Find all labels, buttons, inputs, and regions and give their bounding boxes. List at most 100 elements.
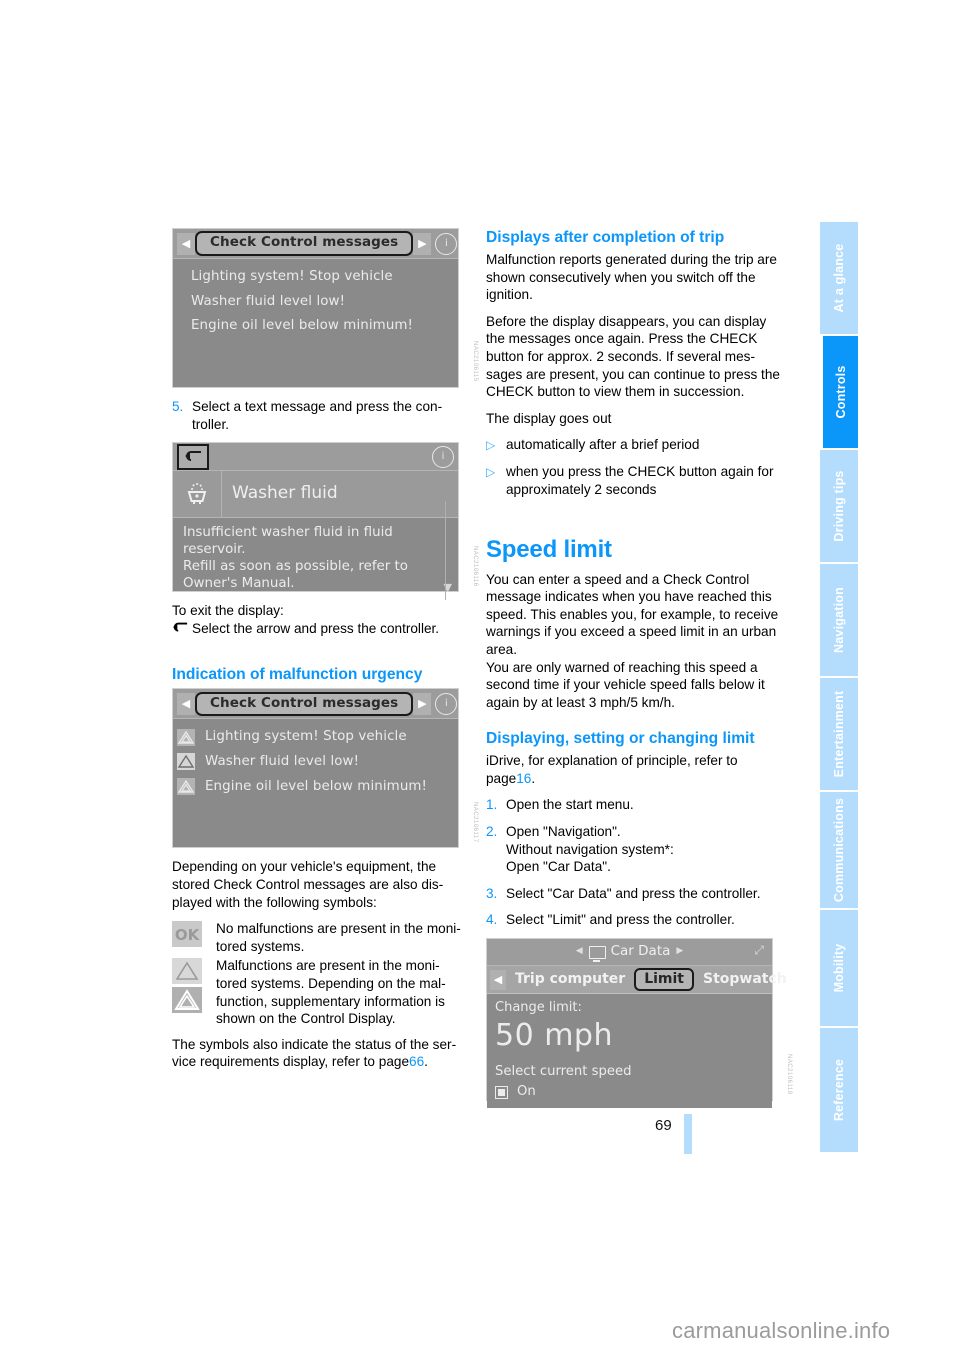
page-number: 69	[655, 1117, 672, 1134]
warning-triangle-glyph	[177, 728, 195, 746]
idrive-reference-text: iDrive, for explanation of principle, re…	[486, 752, 781, 787]
next-arrow-icon[interactable]: ▶	[413, 232, 432, 255]
washer-fluid-body: Insufficient washer fluid in fluid reser…	[173, 518, 458, 600]
figure-check-control-messages: ◀ Check Control messages ▶ i Lighting sy…	[172, 228, 478, 388]
symbol-description: No malfunctions are present in the moni-…	[216, 921, 461, 954]
page-link-66[interactable]: 66	[409, 1054, 424, 1069]
scroll-track	[445, 501, 446, 601]
prev-caret-icon[interactable]: ◀	[576, 943, 583, 961]
expand-icon[interactable]: ⤢	[754, 944, 764, 956]
back-arrow-icon	[172, 621, 192, 639]
tab-stopwatch[interactable]: Stopwatch	[694, 971, 796, 989]
figure-code: NAC2106118	[786, 1054, 792, 1096]
tab-reference[interactable]: Reference	[820, 1028, 858, 1154]
bullet-item: ▷ automatically after a brief period	[486, 436, 781, 454]
symbol-row-warning: Malfunctions are present in the moni-tor…	[172, 957, 467, 1027]
tab-label: Reference	[832, 1058, 846, 1122]
tab-mobility[interactable]: Mobility	[820, 910, 858, 1028]
idrive-screen-cardata: ◀ Car Data ▶ ⤢ ◀ Trip computer Limit Sto…	[486, 938, 787, 1108]
left-column: ◀ Check Control messages ▶ i Lighting sy…	[172, 228, 478, 1080]
tab-trip-computer[interactable]: Trip computer	[506, 971, 634, 989]
figure-code: NAC2106115	[472, 341, 478, 382]
tab-label: Mobility	[832, 943, 846, 993]
page-link-16[interactable]: 16	[516, 771, 531, 786]
change-limit-label: Change limit:	[495, 1000, 582, 1016]
figure-code: NAC2106116	[472, 545, 478, 587]
heading-displaying-setting-changing-limit: Displaying, setting or changing limit	[486, 730, 755, 748]
step-4: 4. Select "Limit" and press the controll…	[486, 911, 781, 929]
screen-title: Check Control messages	[195, 691, 414, 717]
step-text: Open the start menu.	[506, 797, 634, 813]
idrive-screen-symbols: ◀ Check Control messages ▶ i Lighting sy…	[172, 688, 459, 849]
checkbox-icon[interactable]	[495, 1085, 508, 1099]
tab-limit[interactable]: Limit	[634, 968, 695, 992]
on-checkbox-row[interactable]: On	[495, 1083, 772, 1101]
step-5: 5. Select a text message and press the c…	[172, 398, 467, 433]
prev-arrow-icon[interactable]: ◀	[177, 232, 195, 255]
exit-display-text: Select the arrow and press the controlle…	[192, 620, 440, 636]
screen-header: ◀ Car Data ▶ ⤢	[487, 939, 772, 967]
symbol-description: Malfunctions are present in the moni-tor…	[216, 958, 446, 1027]
symbol-row-ok: OK No malfunctions are present in the mo…	[172, 920, 467, 955]
exit-display-line: Select the arrow and press the controlle…	[172, 620, 467, 639]
trip-paragraph-3: The display goes out	[486, 410, 612, 426]
screen-message-list: Lighting system! Stop vehicle Washer flu…	[173, 719, 458, 800]
next-caret-icon[interactable]: ▶	[676, 943, 683, 961]
next-arrow-icon[interactable]: ▶	[413, 692, 432, 715]
washer-fluid-title: Washer fluid	[221, 471, 458, 518]
symbol-cell	[172, 957, 216, 1027]
tab-navigation[interactable]: Navigation	[820, 564, 858, 678]
washer-fluid-title-row: Washer fluid	[173, 471, 458, 519]
trip-paragraph-2: Before the display disappears, you can d…	[486, 313, 780, 400]
step-number: 4.	[486, 912, 498, 928]
prev-arrow-icon[interactable]: ◀	[177, 692, 195, 715]
tab-driving-tips[interactable]: Driving tips	[820, 450, 858, 564]
tab-controls[interactable]: Controls	[820, 336, 858, 450]
idrive-screen: ◀ Check Control messages ▶ i Lighting sy…	[172, 228, 459, 388]
screen-header: ◀ Check Control messages ▶ i	[173, 229, 458, 259]
tab-label: Communications	[832, 797, 846, 903]
list-item: Lighting system! Stop vehicle	[177, 725, 458, 750]
screen-content: Change limit: 50 mph Select current spee…	[487, 994, 772, 1108]
exit-display-heading: To exit the display:	[172, 603, 284, 619]
speed-paragraph-1: You can enter a speed and a Check Contro…	[486, 571, 779, 657]
list-item: Washer fluid level low!	[191, 293, 346, 309]
warning-triangle-glyph	[177, 753, 195, 771]
heading-indication-of-malfunction-urgency: Indication of malfunction urgency	[172, 666, 423, 684]
figure-car-data-limit: ◀ Car Data ▶ ⤢ ◀ Trip computer Limit Sto…	[486, 938, 792, 1108]
warning-triangle-glyph	[177, 777, 195, 795]
tab-prev-arrow-icon[interactable]: ◀	[490, 969, 506, 990]
list-item: Lighting system! Stop vehicle	[191, 269, 393, 284]
right-column: Displays after completion of trip Malfun…	[486, 228, 792, 1111]
step-number: 2.	[486, 824, 498, 840]
control-display-icon	[588, 945, 606, 962]
tab-entertainment[interactable]: Entertainment	[820, 678, 858, 792]
select-current-speed-label: Select current speed	[495, 1063, 632, 1079]
screen-title: Car Data	[610, 943, 671, 960]
warning-triangle-icon	[177, 777, 197, 795]
tab-at-a-glance[interactable]: At a glance	[820, 222, 858, 336]
page-marker-bar	[684, 1114, 692, 1154]
bullet-text: when you press the CHECK button again fo…	[506, 464, 774, 497]
symbol-cell: OK	[172, 920, 216, 955]
warning-triangle-icon	[177, 753, 197, 771]
step-number: 5.	[172, 399, 184, 414]
idrive-text-post: .	[531, 770, 536, 786]
screen-header: i	[173, 443, 458, 472]
step-text: Select a text message and press the con-…	[192, 399, 443, 432]
step-text: Open "Navigation". Without navigation sy…	[506, 824, 674, 875]
limit-value: 50 mph	[495, 1017, 613, 1053]
svg-text:OK: OK	[175, 926, 201, 944]
back-arrow-icon[interactable]	[177, 443, 209, 470]
washer-fluid-icon	[173, 482, 221, 506]
tab-communications[interactable]: Communications	[820, 792, 858, 910]
info-icon: i	[432, 445, 454, 468]
bullet-item: ▷ when you press the CHECK button again …	[486, 463, 781, 498]
screen-message-list: Lighting system! Stop vehicle Washer flu…	[173, 259, 458, 339]
screen-header: ◀ Check Control messages ▶ i	[173, 689, 458, 720]
warning-triangle-light-icon	[172, 958, 202, 985]
list-item-label: Washer fluid level low!	[205, 753, 360, 769]
manual-page: At a glance Controls Driving tips Naviga…	[0, 0, 960, 1358]
step-2: 2. Open "Navigation". Without navigation…	[486, 823, 781, 876]
bullet-icon: ▷	[486, 465, 496, 480]
